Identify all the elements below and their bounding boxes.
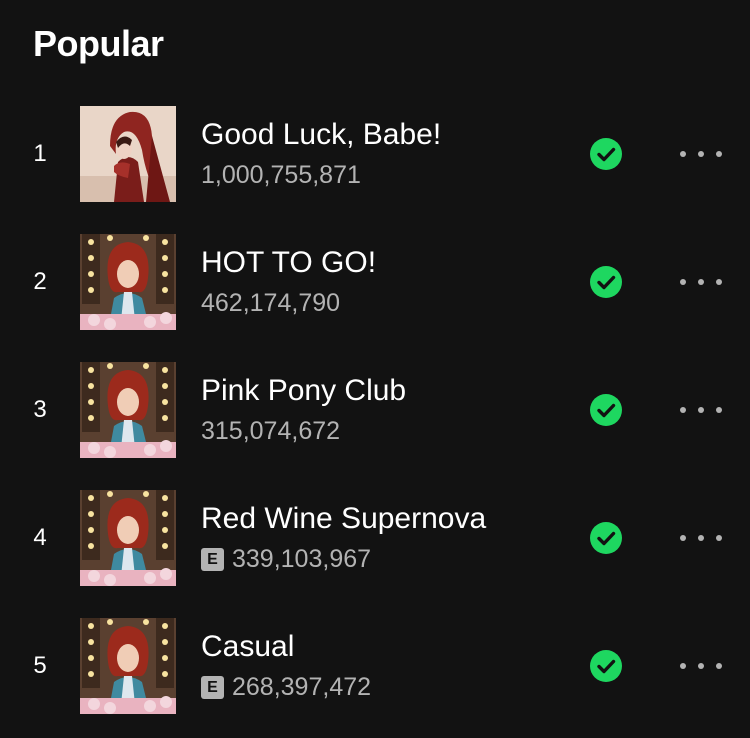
track-title: Good Luck, Babe! <box>201 118 442 151</box>
dot <box>716 279 722 285</box>
track-title: Pink Pony Club <box>201 374 407 407</box>
dot <box>698 151 704 157</box>
track-row[interactable]: 2 HOT TO GO! 462,174,790 <box>0 232 750 360</box>
track-row[interactable]: 5 Casual E 268,397,472 <box>0 616 750 738</box>
more-options-icon[interactable] <box>680 267 722 297</box>
track-meta: 462,174,790 <box>201 287 340 319</box>
play-count: 315,074,672 <box>201 417 341 445</box>
saved-check-icon[interactable] <box>589 521 623 555</box>
track-title: Red Wine Supernova <box>201 502 487 535</box>
dot <box>680 279 686 285</box>
more-options-icon[interactable] <box>680 395 722 425</box>
play-count: 1,000,755,871 <box>201 161 361 189</box>
dot <box>698 663 704 669</box>
play-count: 268,397,472 <box>232 673 372 701</box>
dot <box>716 663 722 669</box>
album-cover-vanity-mirror <box>80 362 176 458</box>
track-rank: 1 <box>33 140 47 167</box>
more-options-icon[interactable] <box>680 523 722 553</box>
track-row[interactable]: 4 Red Wine Supernova E 339,103,967 <box>0 488 750 616</box>
saved-check-icon[interactable] <box>589 265 623 299</box>
play-count: 462,174,790 <box>201 289 341 317</box>
dot <box>716 407 722 413</box>
track-title: Casual <box>201 630 295 663</box>
explicit-badge: E <box>201 675 224 699</box>
popular-tracks-page: Popular 1 Good Luck, Babe! 1,000,755,871 <box>0 0 750 738</box>
track-rank: 5 <box>33 652 47 679</box>
more-options-icon[interactable] <box>680 651 722 681</box>
play-count: 339,103,967 <box>232 545 372 573</box>
dot <box>716 535 722 541</box>
saved-check-icon[interactable] <box>589 393 623 427</box>
album-cover-vanity-mirror <box>80 490 176 586</box>
dot <box>680 663 686 669</box>
dot <box>680 151 686 157</box>
track-meta: 315,074,672 <box>201 415 340 447</box>
track-rank: 2 <box>33 268 47 295</box>
explicit-badge: E <box>201 547 224 571</box>
album-cover-red-hood <box>80 106 176 202</box>
track-meta: E 339,103,967 <box>201 543 371 575</box>
track-title: HOT TO GO! <box>201 246 377 279</box>
track-list: 1 Good Luck, Babe! 1,000,755,871 2 HOT T… <box>0 104 750 738</box>
track-row[interactable]: 1 Good Luck, Babe! 1,000,755,871 <box>0 104 750 232</box>
dot <box>680 407 686 413</box>
saved-check-icon[interactable] <box>589 137 623 171</box>
saved-check-icon[interactable] <box>589 649 623 683</box>
album-cover-vanity-mirror <box>80 234 176 330</box>
dot <box>680 535 686 541</box>
album-cover-vanity-mirror <box>80 618 176 714</box>
dot <box>698 279 704 285</box>
dot <box>698 407 704 413</box>
dot <box>716 151 722 157</box>
track-meta: 1,000,755,871 <box>201 159 361 191</box>
more-options-icon[interactable] <box>680 139 722 169</box>
track-meta: E 268,397,472 <box>201 671 371 703</box>
track-row[interactable]: 3 Pink Pony Club 315,074,672 <box>0 360 750 488</box>
section-title: Popular <box>33 23 164 64</box>
track-rank: 4 <box>33 524 47 551</box>
dot <box>698 535 704 541</box>
track-rank: 3 <box>33 396 47 423</box>
